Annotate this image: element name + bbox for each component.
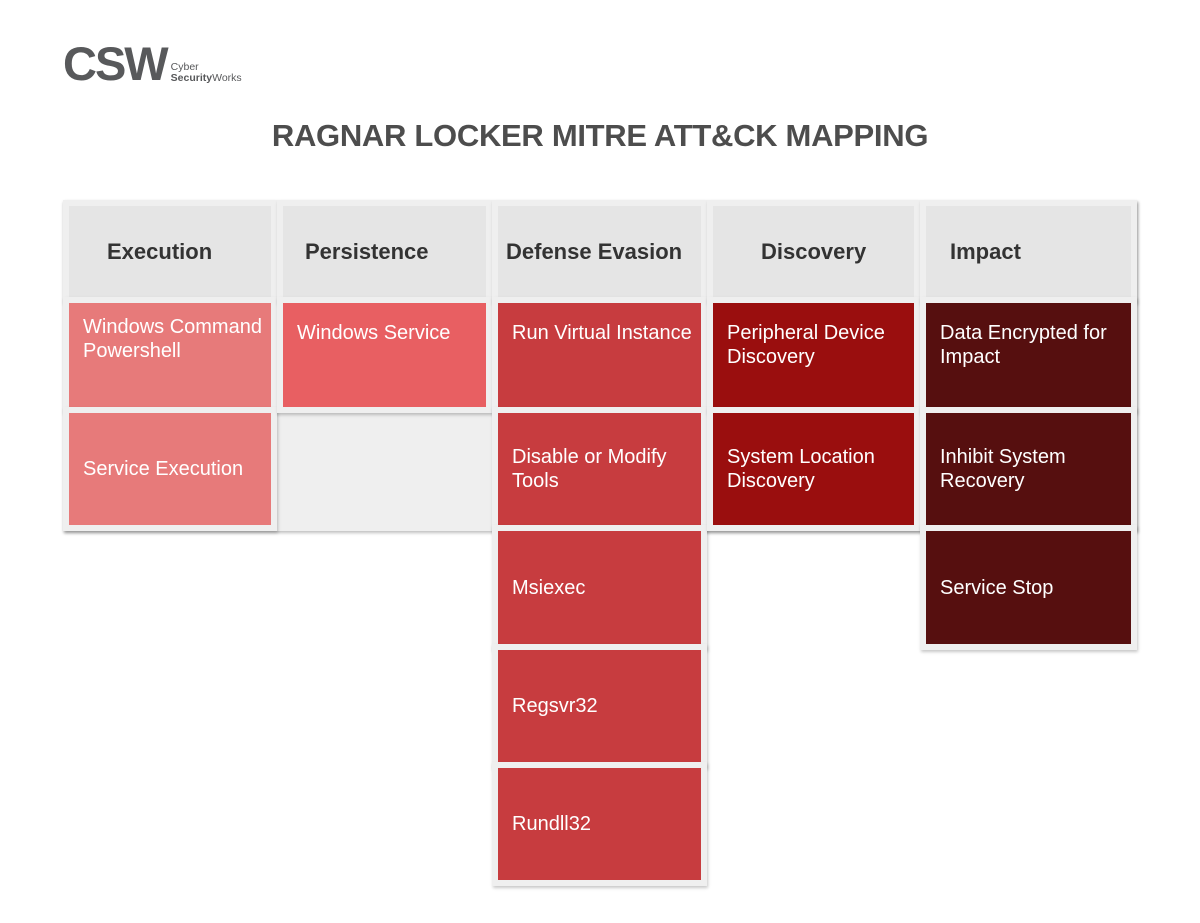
- tactic-name: Discovery: [761, 238, 867, 264]
- tactic-header-execution: Execution: [63, 200, 277, 303]
- technique-name: Regsvr32: [512, 695, 598, 717]
- technique-name: Windows Command Powershell: [83, 316, 262, 362]
- technique-cell: Data Encrypted for Impact: [920, 297, 1137, 413]
- technique-name: System Location Discovery: [727, 446, 875, 492]
- technique-name: Service Execution: [83, 458, 244, 480]
- technique-name: Run Virtual Instance: [512, 322, 692, 344]
- technique-cell: Rundll32: [492, 762, 707, 886]
- tactic-name: Persistence: [305, 238, 429, 264]
- technique-name: Disable or Modify Tools: [512, 446, 667, 492]
- technique-cell: Run Virtual Instance: [492, 297, 707, 413]
- technique-name: Peripheral Device Discovery: [727, 322, 885, 368]
- page-title: RAGNAR LOCKER MITRE ATT&CK MAPPING: [271, 118, 929, 153]
- logo-subtitle: Cyber SecurityWorks: [171, 62, 242, 84]
- technique-cell: Msiexec: [492, 525, 707, 650]
- tactic-name: Execution: [107, 238, 213, 264]
- technique-cell: Service Stop: [920, 525, 1137, 650]
- tactic-name: Impact: [950, 238, 1021, 264]
- technique-cell: Disable or Modify Tools: [492, 407, 707, 531]
- tactic-header-defense-evasion: Defense Evasion: [492, 200, 707, 303]
- tactic-header-discovery: Discovery: [707, 200, 920, 303]
- technique-name: Rundll32: [512, 813, 591, 835]
- csw-logo: CSW Cyber SecurityWorks: [63, 37, 242, 90]
- technique-name: Windows Service: [297, 322, 451, 344]
- technique-cell: Service Execution: [63, 407, 277, 531]
- logo-line2-bold: Security: [170, 72, 213, 84]
- tactic-name: Defense Evasion: [506, 238, 683, 264]
- technique-name: Inhibit System Recovery: [940, 446, 1066, 492]
- technique-name: Service Stop: [940, 576, 1054, 599]
- technique-cell: Regsvr32: [492, 644, 707, 768]
- logo-line2-rest: Works: [212, 72, 242, 84]
- tactic-header-persistence: Persistence: [277, 200, 492, 303]
- technique-cell: System Location Discovery: [707, 407, 920, 531]
- technique-cell: Peripheral Device Discovery: [707, 297, 920, 413]
- technique-cell: Windows Service: [277, 297, 492, 413]
- technique-name: Data Encrypted for Impact: [940, 322, 1107, 368]
- technique-cell: Windows Command Powershell: [63, 297, 277, 413]
- technique-name: Msiexec: [512, 576, 586, 599]
- logo-mark: CSW: [63, 37, 169, 90]
- technique-cell: Inhibit System Recovery: [920, 407, 1137, 531]
- tactic-header-impact: Impact: [920, 200, 1137, 303]
